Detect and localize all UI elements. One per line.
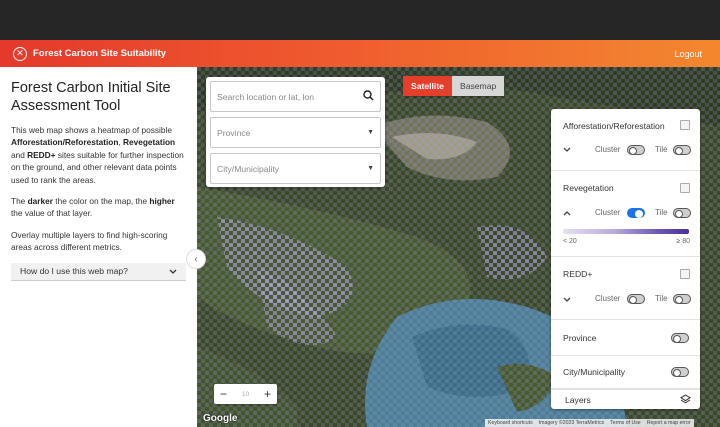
layer-afforestation-label: Afforestation/Reforestation (563, 121, 665, 131)
how-to-accordion[interactable]: How do I use this web map? (11, 262, 186, 281)
map-attribution: Keyboard shortcuts Imagery ©2023 TerraMe… (485, 419, 694, 427)
layer-afforestation: Afforestation/Reforestation Cluster Tile (551, 109, 700, 171)
redd-cluster-toggle[interactable] (627, 294, 645, 304)
app-title: Forest Carbon Site Suitability (33, 48, 167, 59)
legend-high-label: ≥ 80 (676, 238, 690, 245)
layer-city-label: City/Municipality (563, 367, 626, 377)
layer-redd: REDD+ Cluster Tile (551, 257, 700, 320)
chevron-up-icon[interactable] (563, 209, 571, 218)
search-panel: Search location or lat, lon Province ▼ C… (206, 77, 385, 187)
basemap-button[interactable]: Basemap (451, 76, 505, 96)
location-search-input[interactable]: Search location or lat, lon (210, 81, 381, 112)
afforestation-cluster-toggle[interactable] (627, 145, 645, 155)
layers-footer[interactable]: Layers (551, 389, 700, 409)
browser-top-area (0, 0, 720, 40)
cluster-label: Cluster (595, 294, 621, 303)
zoom-in-button[interactable]: + (264, 388, 271, 400)
cluster-label: Cluster (595, 145, 621, 154)
tile-label: Tile (655, 208, 668, 217)
chevron-left-icon: ‹ (194, 253, 198, 265)
logout-link[interactable]: Logout (674, 49, 702, 59)
city-select[interactable]: City/Municipality ▼ (210, 153, 381, 184)
app-logo-icon: ✕ (13, 46, 27, 61)
report-error-link[interactable]: Report a map error (647, 420, 691, 426)
revegetation-tile-toggle[interactable] (673, 208, 691, 218)
how-to-label: How do I use this web map? (20, 266, 128, 277)
imagery-credit: Imagery ©2023 TerraMetrics (538, 420, 605, 426)
keyboard-shortcuts-link[interactable]: Keyboard shortcuts (488, 420, 533, 426)
search-placeholder: Search location or lat, lon (217, 91, 314, 102)
legend-low-label: < 20 (563, 238, 577, 245)
layer-redd-checkbox[interactable] (680, 269, 690, 279)
afforestation-tile-toggle[interactable] (673, 145, 691, 155)
google-logo: Google (203, 413, 238, 424)
page-title: Forest Carbon Initial Site Assessment To… (11, 80, 171, 114)
layer-revegetation: Revegetation Cluster Tile < 20 ≥ 80 (551, 171, 700, 257)
chevron-down-icon (169, 266, 177, 276)
city-toggle[interactable] (671, 367, 689, 377)
caret-down-icon: ▼ (367, 165, 374, 172)
layer-redd-label: REDD+ (563, 269, 593, 279)
layer-afforestation-checkbox[interactable] (680, 120, 690, 130)
city-select-label: City/Municipality (217, 163, 280, 174)
zoom-out-button[interactable]: − (220, 388, 227, 400)
province-select-label: Province (217, 127, 251, 138)
zoom-level: 10 (241, 390, 250, 398)
layer-revegetation-checkbox[interactable] (680, 183, 690, 193)
collapse-sidebar-button[interactable]: ‹ (186, 249, 206, 269)
layer-city: City/Municipality (551, 356, 700, 389)
layer-province-label: Province (563, 333, 597, 343)
info-sidebar: Forest Carbon Initial Site Assessment To… (0, 67, 197, 427)
tile-label: Tile (655, 145, 668, 154)
app-header: ✕ Forest Carbon Site Suitability Logout (0, 40, 720, 67)
cluster-label: Cluster (595, 208, 621, 217)
revegetation-cluster-toggle[interactable] (627, 208, 645, 218)
color-explanation: The darker the color on the map, the hig… (11, 196, 175, 219)
satellite-button[interactable]: Satellite (403, 76, 452, 96)
layer-province: Province (551, 320, 700, 356)
search-icon[interactable] (363, 90, 374, 103)
redd-tile-toggle[interactable] (673, 294, 691, 304)
province-select[interactable]: Province ▼ (210, 117, 381, 148)
layers-footer-label: Layers (565, 394, 591, 405)
intro-paragraph: This web map shows a heatmap of possible… (11, 125, 184, 185)
caret-down-icon: ▼ (367, 129, 374, 136)
tile-label: Tile (655, 294, 668, 303)
zoom-control: − 10 + (214, 384, 277, 404)
chevron-down-icon[interactable] (563, 145, 571, 154)
chevron-down-icon[interactable] (563, 295, 571, 304)
layer-revegetation-label: Revegetation (563, 183, 614, 193)
overlay-tip: Overlay multiple layers to find high-sco… (11, 229, 168, 253)
layers-icon[interactable] (680, 394, 691, 408)
layers-panel: Afforestation/Reforestation Cluster Tile… (551, 109, 700, 409)
revegetation-legend-bar (563, 229, 689, 234)
terms-link[interactable]: Terms of Use (610, 420, 641, 426)
map-type-toggle: Satellite Basemap (403, 76, 505, 96)
province-toggle[interactable] (671, 333, 689, 343)
